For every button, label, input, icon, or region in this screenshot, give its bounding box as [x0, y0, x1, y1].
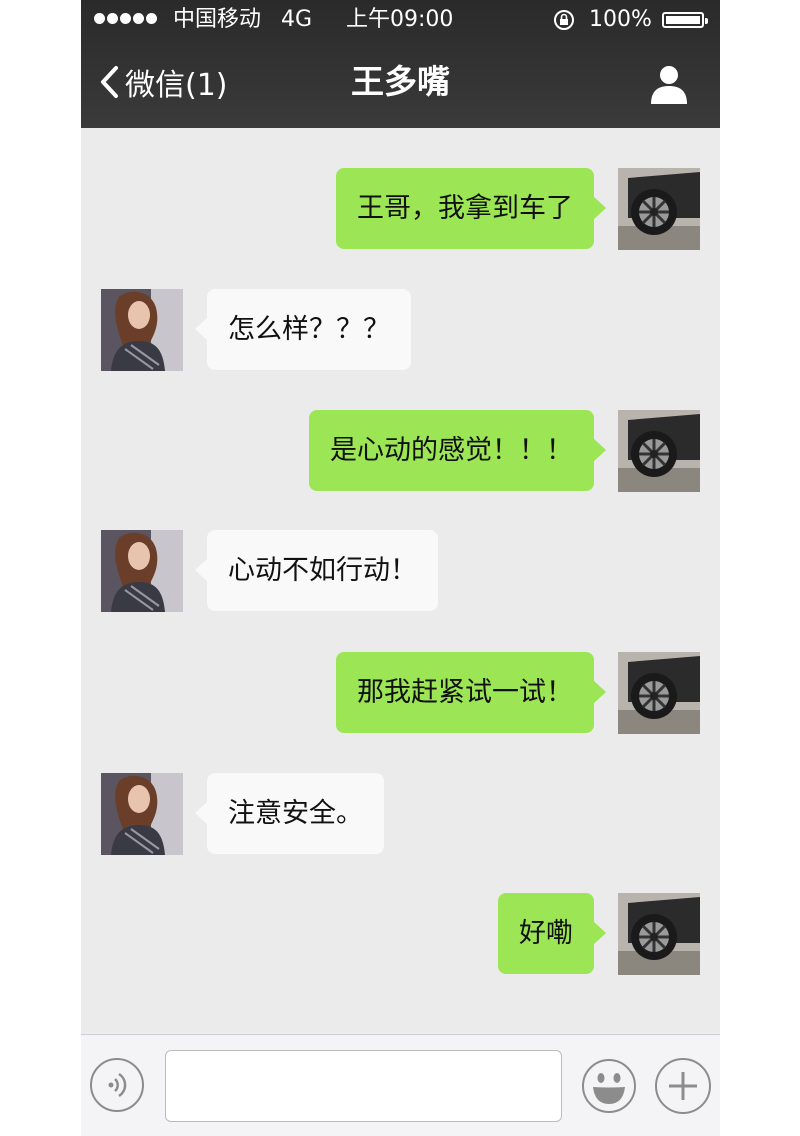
my-message-bubble[interactable]: 是心动的感觉！！！: [309, 410, 606, 491]
woman-avatar-icon: [101, 773, 183, 855]
more-button[interactable]: [655, 1058, 711, 1114]
carrier-name: 中国移动: [173, 7, 262, 32]
my-avatar[interactable]: [618, 168, 700, 250]
plus-icon: [669, 1072, 697, 1100]
battery-percent: 100%: [589, 7, 652, 32]
contact-message-bubble[interactable]: 注意安全。: [195, 773, 384, 854]
contact-avatar[interactable]: [101, 773, 183, 855]
car-wheel-avatar-icon: [618, 893, 700, 975]
my-message-bubble[interactable]: 好嘞: [498, 893, 606, 974]
signal-dots-icon: [94, 0, 159, 40]
car-wheel-avatar-icon: [618, 410, 700, 492]
my-message-bubble[interactable]: 那我赶紧试一试！: [336, 652, 606, 733]
my-message-bubble[interactable]: 王哥，我拿到车了: [336, 168, 606, 249]
network-type: 4G: [281, 7, 313, 32]
contact-profile-icon[interactable]: [647, 62, 691, 106]
status-bar: 中国移动 4G 上午09:00 100%: [81, 0, 720, 40]
contact-message-bubble[interactable]: 怎么样？？？: [195, 289, 411, 370]
message-list[interactable]: 王哥，我拿到车了 怎么样？？？ 是心动的感觉！！！ 心动不如行动！ 那我赶紧试一…: [81, 128, 720, 1034]
chat-screen: 中国移动 4G 上午09:00 100% 微信(1) 王多嘴 王哥，我拿到车了 …: [81, 0, 720, 1136]
my-avatar[interactable]: [618, 652, 700, 734]
battery-icon: [662, 12, 708, 28]
my-avatar[interactable]: [618, 410, 700, 492]
page-title: 王多嘴: [351, 62, 450, 101]
status-time: 上午09:00: [346, 7, 454, 32]
input-toolbar: [81, 1034, 720, 1136]
my-avatar[interactable]: [618, 893, 700, 975]
top-bar: 中国移动 4G 上午09:00 100% 微信(1) 王多嘴: [81, 0, 720, 128]
contact-message-bubble[interactable]: 心动不如行动！: [195, 530, 438, 611]
voice-button[interactable]: [90, 1058, 144, 1112]
car-wheel-avatar-icon: [618, 168, 700, 250]
contact-avatar[interactable]: [101, 530, 183, 612]
car-wheel-avatar-icon: [618, 652, 700, 734]
voice-icon: [108, 1072, 127, 1098]
emoji-button[interactable]: [581, 1058, 637, 1114]
message-input[interactable]: [165, 1050, 562, 1122]
orientation-lock-icon: [554, 10, 574, 30]
woman-avatar-icon: [101, 289, 183, 371]
contact-avatar[interactable]: [101, 289, 183, 371]
nav-bar: 微信(1) 王多嘴: [81, 40, 720, 128]
woman-avatar-icon: [101, 530, 183, 612]
